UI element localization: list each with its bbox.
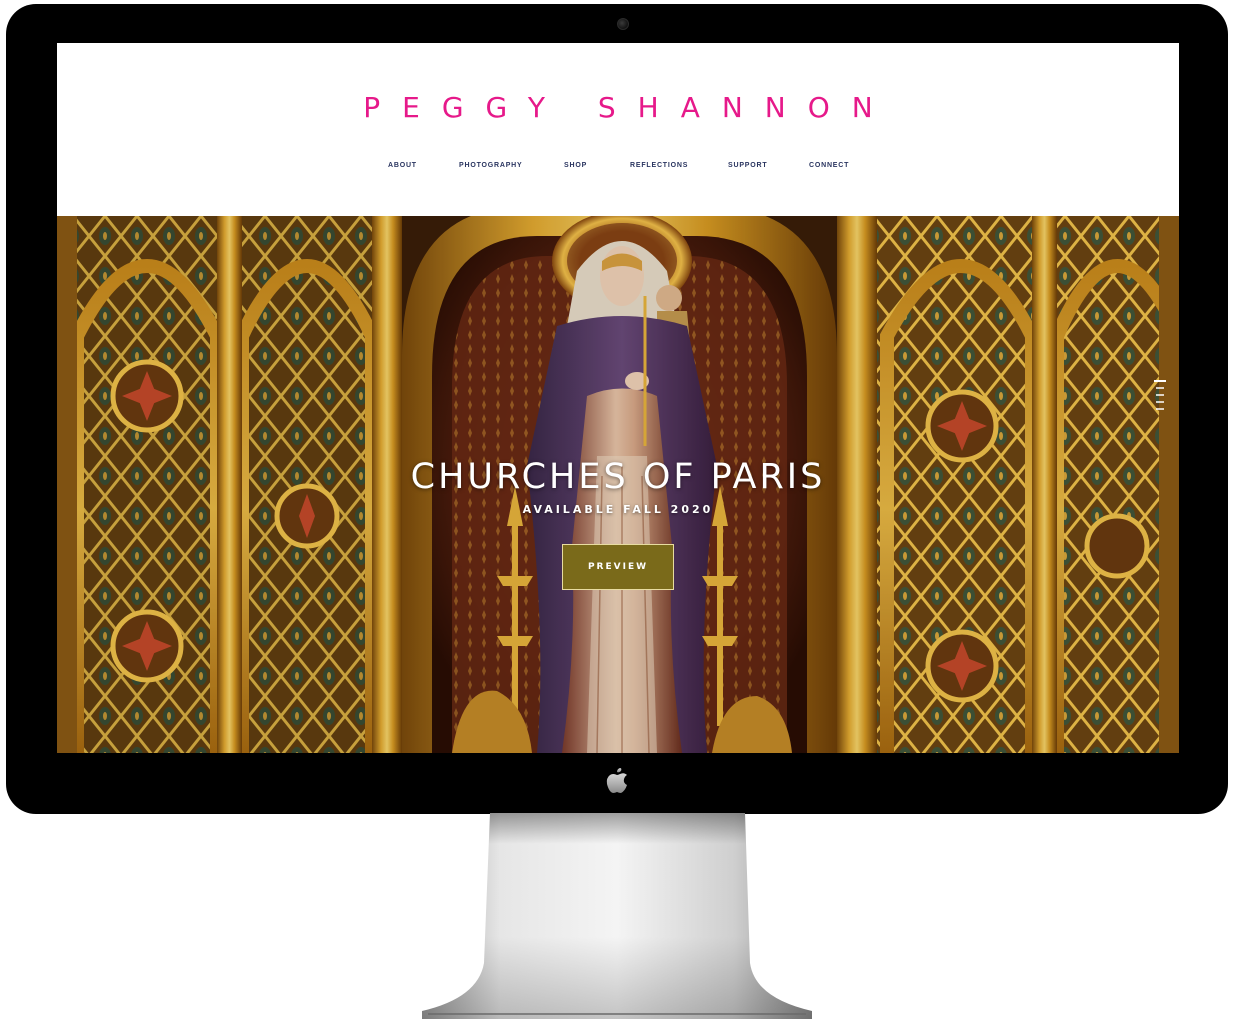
- site-title[interactable]: PEGGY SHANNON: [57, 91, 1179, 124]
- nav-photography[interactable]: PHOTOGRAPHY: [459, 162, 523, 169]
- camera-icon: [617, 18, 629, 30]
- nav-about[interactable]: ABOUT: [388, 162, 417, 169]
- slide-dot-2[interactable]: [1156, 387, 1164, 389]
- slide-indicator: [1153, 380, 1167, 420]
- nav-shop[interactable]: SHOP: [564, 162, 587, 169]
- main-navigation: ABOUT PHOTOGRAPHY SHOP REFLECTIONS SUPPO…: [57, 162, 1179, 176]
- hero-subtitle: AVAILABLE FALL 2020: [522, 503, 714, 516]
- monitor-mockup: PEGGY SHANNON ABOUT PHOTOGRAPHY SHOP REF…: [0, 0, 1233, 1029]
- monitor-stand: [422, 813, 812, 1019]
- nav-connect[interactable]: CONNECT: [809, 162, 849, 169]
- nav-support[interactable]: SUPPORT: [728, 162, 767, 169]
- preview-button[interactable]: PREVIEW: [562, 544, 674, 590]
- site-header: PEGGY SHANNON ABOUT PHOTOGRAPHY SHOP REF…: [57, 43, 1179, 216]
- slide-dot-5[interactable]: [1156, 408, 1164, 410]
- hero-title: CHURCHES OF PARIS: [410, 457, 826, 497]
- website-screen: PEGGY SHANNON ABOUT PHOTOGRAPHY SHOP REF…: [57, 43, 1179, 753]
- slide-dot-3[interactable]: [1156, 394, 1164, 396]
- nav-reflections[interactable]: REFLECTIONS: [630, 162, 688, 169]
- apple-logo-icon: [606, 768, 627, 793]
- hero-slideshow: CHURCHES OF PARIS AVAILABLE FALL 2020 PR…: [57, 216, 1179, 753]
- slide-dot-1[interactable]: [1154, 380, 1166, 382]
- slide-dot-4[interactable]: [1156, 401, 1164, 403]
